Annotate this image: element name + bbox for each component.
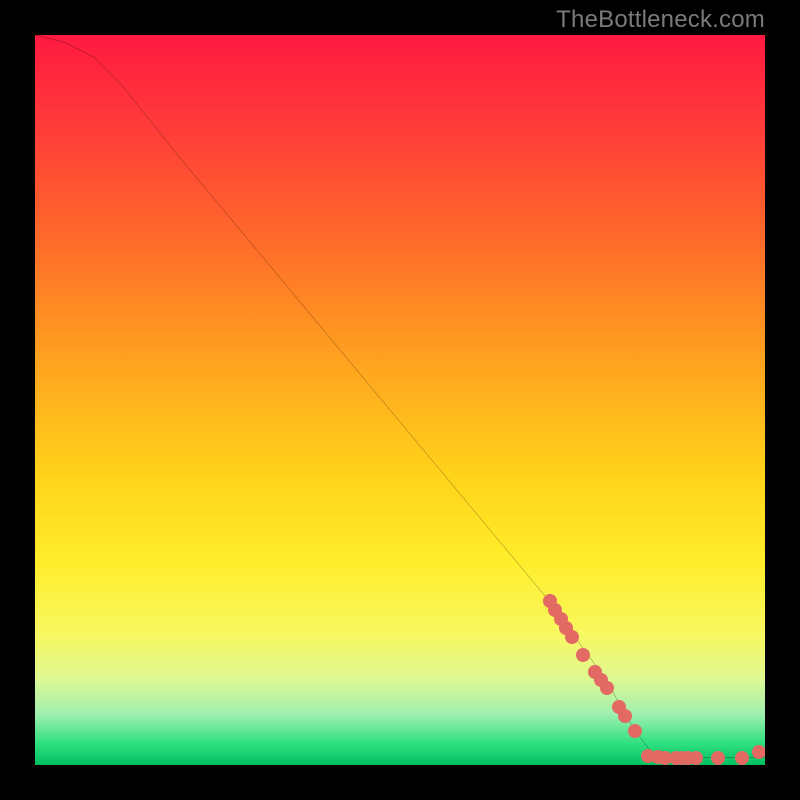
cluster-upper-marker: [628, 724, 642, 738]
bottleneck-curve-path: [35, 35, 765, 758]
plot-area: [35, 35, 765, 765]
watermark-label: TheBottleneck.com: [556, 6, 765, 34]
cluster-upper-marker: [618, 709, 632, 723]
cluster-upper-marker: [600, 681, 614, 695]
cluster-upper-marker: [576, 648, 590, 662]
curve-svg: [35, 35, 765, 765]
baseline-dots-marker: [711, 751, 725, 765]
chart-stage: TheBottleneck.com: [0, 0, 800, 800]
baseline-dots-marker: [689, 751, 703, 765]
baseline-dots-marker: [752, 745, 765, 759]
baseline-dots-marker: [735, 751, 749, 765]
cluster-upper-marker: [565, 630, 579, 644]
